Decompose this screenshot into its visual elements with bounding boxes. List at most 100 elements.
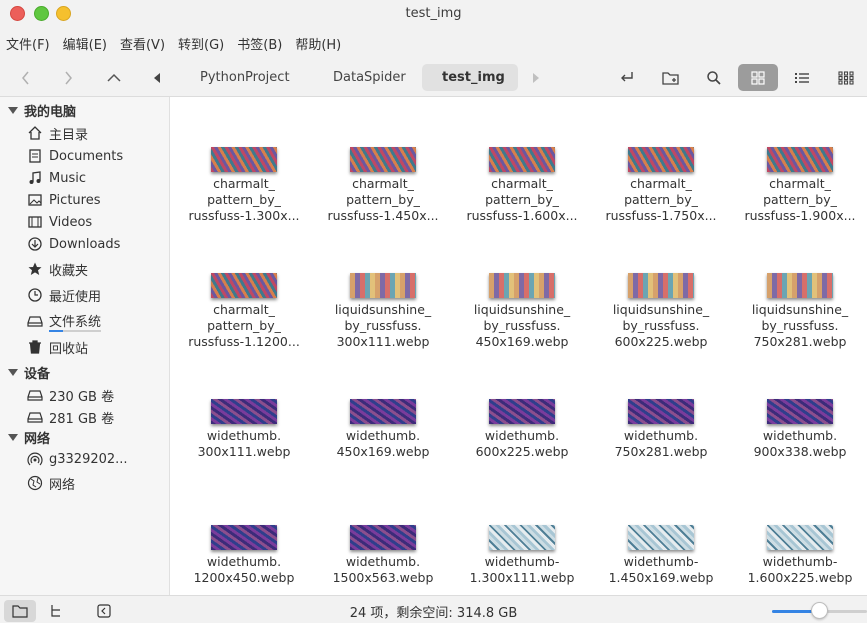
file-item[interactable]: widethumb. 1500x563.webp <box>323 525 443 586</box>
section-devices[interactable]: 设备 <box>8 363 50 382</box>
chevron-left-icon <box>22 71 29 84</box>
file-name: charmalt_ pattern_by_ russfuss-1.900x... <box>744 176 856 223</box>
file-thumbnail <box>211 147 277 172</box>
sidebar-item-label: Pictures <box>49 192 101 208</box>
file-thumbnail <box>489 399 555 424</box>
sidebar-item-label: 收藏夹 <box>49 263 89 279</box>
file-grid: charmalt_ pattern_by_ russfuss-1.300x...ch… <box>171 97 867 595</box>
sidebar-item-recent[interactable]: 最近使用 <box>27 285 101 305</box>
file-item[interactable]: widethumb- 1.450x169.webp <box>601 525 721 586</box>
status-bar: 24 项，剩余空间: 314.8 GB <box>0 595 867 623</box>
sidebar-item-downloads[interactable]: Downloads <box>27 234 120 254</box>
caret-right-icon <box>533 72 539 83</box>
sidebar-item-label: 最近使用 <box>49 289 102 305</box>
sidebar-item-network[interactable]: 网络 <box>27 473 75 493</box>
menu-edit[interactable]: 编辑(E) <box>63 34 107 53</box>
list-view-button[interactable] <box>788 64 816 91</box>
network-share-icon <box>27 452 43 466</box>
file-item[interactable]: widethumb- 1.600x225.webp <box>740 525 860 586</box>
return-arrow-icon <box>621 71 633 81</box>
sidebar-item-label: Downloads <box>49 236 121 252</box>
globe-icon <box>27 475 43 491</box>
file-name: charmalt_ pattern_by_ russfuss-1.600x... <box>466 176 578 223</box>
chevron-right-icon <box>65 71 72 84</box>
file-item[interactable]: widethumb. 1200x450.webp <box>184 525 304 586</box>
file-thumbnail <box>211 525 277 550</box>
file-item[interactable]: charmalt_ pattern_by_ russfuss-1.600x... <box>462 147 582 224</box>
sidebar-item-label: 230 GB 卷 <box>49 389 115 405</box>
file-name: widethumb- 1.300x111.webp <box>469 554 575 585</box>
sidebar-item-label: 281 GB 卷 <box>49 411 115 427</box>
file-item[interactable]: charmalt_ pattern_by_ russfuss-1.750x... <box>601 147 721 224</box>
sidebar-item-volume-281gb[interactable]: 281 GB 卷 <box>27 407 114 427</box>
section-label: 我的电脑 <box>24 105 77 120</box>
breadcrumb-scroll-left[interactable] <box>148 64 166 91</box>
icon-view-button[interactable] <box>738 64 778 91</box>
sidebar-item-label: 文件系统 <box>49 310 102 332</box>
file-item[interactable]: widethumb- 1.300x111.webp <box>462 525 582 586</box>
file-item[interactable]: widethumb. 450x169.webp <box>323 399 443 460</box>
breadcrumb-pythonproject[interactable]: PythonProject <box>180 64 310 91</box>
menu-go[interactable]: 转到(G) <box>178 34 224 53</box>
file-name: charmalt_ pattern_by_ russfuss-1.1200... <box>188 302 300 349</box>
toggle-location-button[interactable] <box>612 64 642 91</box>
file-item[interactable]: charmalt_ pattern_by_ russfuss-1.300x... <box>184 147 304 224</box>
file-thumbnail <box>767 273 833 298</box>
sidebar-item-volume-230gb[interactable]: 230 GB 卷 <box>27 385 114 405</box>
drive-icon <box>27 316 43 327</box>
file-thumbnail <box>211 273 277 298</box>
file-thumbnail <box>628 147 694 172</box>
section-network[interactable]: 网络 <box>8 428 50 447</box>
file-name: widethumb. 450x169.webp <box>336 428 430 459</box>
clock-icon <box>28 288 42 302</box>
file-item[interactable]: liquidsunshine_ by_russfuss. 450x169.webp <box>462 273 582 350</box>
chevron-up-icon <box>107 73 121 82</box>
sidebar-item-label: g3329202... <box>49 451 128 467</box>
menu-help[interactable]: 帮助(H) <box>295 34 341 53</box>
sidebar-item-favorites[interactable]: 收藏夹 <box>27 259 88 279</box>
pictures-icon <box>28 194 42 206</box>
file-item[interactable]: widethumb. 900x338.webp <box>740 399 860 460</box>
sidebar-item-documents[interactable]: Documents <box>27 146 123 166</box>
sidebar-item-home[interactable]: 主目录 <box>27 123 88 143</box>
file-name: charmalt_ pattern_by_ russfuss-1.300x... <box>188 176 300 223</box>
file-item[interactable]: charmalt_ pattern_by_ russfuss-1.1200... <box>184 273 304 350</box>
file-item[interactable]: charmalt_ pattern_by_ russfuss-1.450x... <box>323 147 443 224</box>
trash-icon <box>29 340 41 354</box>
file-item[interactable]: widethumb. 600x225.webp <box>462 399 582 460</box>
forward-button[interactable] <box>56 64 80 91</box>
zoom-slider-handle[interactable] <box>811 602 828 619</box>
breadcrumb-test-img[interactable]: test_img <box>422 64 518 91</box>
grid-view-icon <box>751 70 765 85</box>
file-item[interactable]: widethumb. 750x281.webp <box>601 399 721 460</box>
file-item[interactable]: liquidsunshine_ by_russfuss. 300x111.webp <box>323 273 443 350</box>
compact-view-button[interactable] <box>832 64 860 91</box>
file-item[interactable]: widethumb. 300x111.webp <box>184 399 304 460</box>
file-item[interactable]: liquidsunshine_ by_russfuss. 600x225.webp <box>601 273 721 350</box>
file-name: liquidsunshine_ by_russfuss. 600x225.webp <box>612 302 710 349</box>
section-my-computer[interactable]: 我的电脑 <box>8 101 76 120</box>
new-folder-button[interactable] <box>656 64 686 91</box>
file-thumbnail <box>350 273 416 298</box>
file-item[interactable]: liquidsunshine_ by_russfuss. 750x281.webp <box>740 273 860 350</box>
sidebar-item-videos[interactable]: Videos <box>27 212 92 232</box>
up-button[interactable] <box>101 64 127 91</box>
search-button[interactable] <box>699 64 729 91</box>
file-item[interactable]: charmalt_ pattern_by_ russfuss-1.900x... <box>740 147 860 224</box>
sidebar-item-filesystem[interactable]: 文件系统 <box>27 310 102 332</box>
sidebar-item-music[interactable]: Music <box>27 168 86 188</box>
section-label: 网络 <box>24 432 51 447</box>
sidebar-item-trash[interactable]: 回收站 <box>27 337 88 357</box>
breadcrumb-scroll-right[interactable] <box>528 64 544 91</box>
menu-bookmarks[interactable]: 书签(B) <box>237 34 282 53</box>
file-name: liquidsunshine_ by_russfuss. 450x169.webp <box>473 302 571 349</box>
file-name: liquidsunshine_ by_russfuss. 750x281.webp <box>751 302 849 349</box>
back-button[interactable] <box>14 64 38 91</box>
sidebar-item-network-share[interactable]: g3329202... <box>27 449 128 469</box>
sidebar-item-pictures[interactable]: Pictures <box>27 190 100 210</box>
menu-file[interactable]: 文件(F) <box>6 34 50 53</box>
menu-view[interactable]: 查看(V) <box>120 34 165 53</box>
file-thumbnail <box>350 399 416 424</box>
window-title: test_img <box>405 6 462 21</box>
breadcrumb-dataspider[interactable]: DataSpider <box>313 64 426 91</box>
